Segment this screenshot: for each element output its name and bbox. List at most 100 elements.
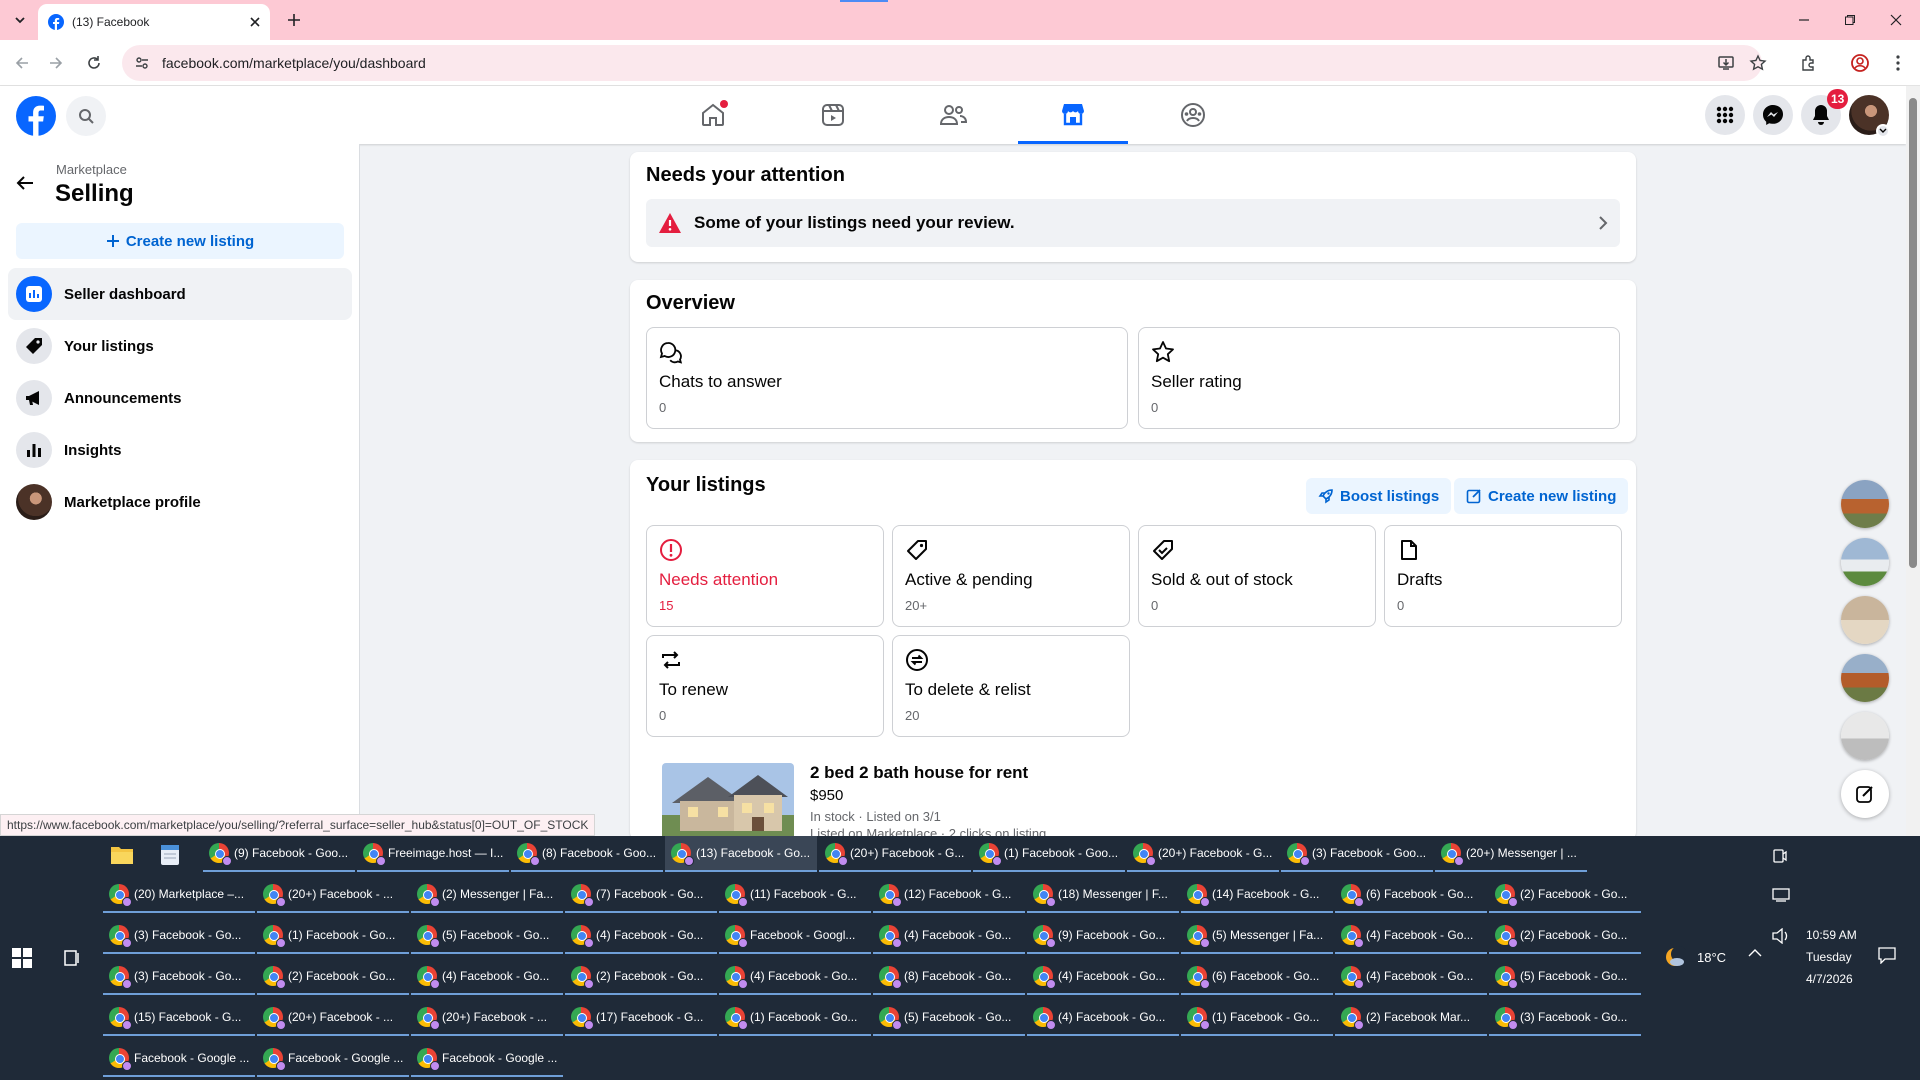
- bookmark-star-icon[interactable]: [1746, 51, 1770, 75]
- seller-rating-tile[interactable]: Seller rating 0: [1138, 327, 1620, 429]
- taskbar-window-button[interactable]: (20) Marketplace –...: [103, 877, 255, 913]
- menu-grid-button[interactable]: [1705, 95, 1745, 135]
- windows-start-icon[interactable]: [12, 948, 36, 972]
- menu-kebab-icon[interactable]: [1886, 51, 1910, 75]
- taskbar-window-button[interactable]: (6) Facebook - Go...: [1335, 877, 1487, 913]
- review-listings-row[interactable]: Some of your listings need your review.: [646, 199, 1620, 247]
- weather-temperature[interactable]: 18°C: [1697, 950, 1726, 965]
- create-new-listing-top-button[interactable]: Create new listing: [1454, 478, 1629, 514]
- taskbar-window-button[interactable]: (5) Messenger | Fa...: [1181, 918, 1333, 954]
- scrollbar-thumb[interactable]: [1909, 98, 1917, 568]
- taskbar-window-button[interactable]: (11) Facebook - G...: [719, 877, 871, 913]
- nav-tab-groups[interactable]: [1138, 86, 1248, 144]
- new-message-button[interactable]: [1841, 770, 1889, 818]
- taskbar-window-button[interactable]: (1) Facebook - Goo...: [973, 836, 1125, 872]
- close-window-button[interactable]: [1878, 8, 1914, 32]
- contact-thumbnail[interactable]: [1841, 480, 1889, 528]
- create-new-listing-button[interactable]: Create new listing: [16, 223, 344, 259]
- tab-close-icon[interactable]: [250, 17, 260, 27]
- nav-tab-video[interactable]: [778, 86, 888, 144]
- clock-time[interactable]: 10:59 AM: [1806, 928, 1857, 942]
- taskbar-window-button[interactable]: (20+) Facebook - G...: [1127, 836, 1279, 872]
- taskbar-window-button[interactable]: (15) Facebook - G...: [103, 1000, 255, 1036]
- taskbar-window-button[interactable]: (1) Facebook - Go...: [1181, 1000, 1333, 1036]
- reload-icon[interactable]: [82, 51, 106, 75]
- taskbar-window-button[interactable]: (2) Facebook - Go...: [1489, 877, 1641, 913]
- taskbar-window-button[interactable]: (8) Facebook - Go...: [873, 959, 1025, 995]
- file-explorer-icon[interactable]: [110, 844, 134, 868]
- taskbar-window-button[interactable]: Facebook - Google ...: [103, 1041, 255, 1077]
- taskbar-window-button[interactable]: (14) Facebook - G...: [1181, 877, 1333, 913]
- breadcrumb[interactable]: Marketplace: [56, 162, 127, 177]
- browser-tab-active[interactable]: (13) Facebook: [38, 4, 270, 40]
- forward-icon[interactable]: [44, 51, 68, 75]
- contact-thumbnail[interactable]: [1841, 596, 1889, 644]
- search-button[interactable]: [66, 96, 106, 136]
- chats-to-answer-tile[interactable]: Chats to answer 0: [646, 327, 1128, 429]
- meet-now-icon[interactable]: [1772, 848, 1792, 868]
- sidebar-item-insights[interactable]: Insights: [8, 424, 352, 476]
- taskbar-window-button[interactable]: (9) Facebook - Go...: [1027, 918, 1179, 954]
- taskbar-window-button[interactable]: (4) Facebook - Go...: [1335, 959, 1487, 995]
- show-hidden-icons-icon[interactable]: [1748, 948, 1766, 966]
- taskbar-window-button[interactable]: (2) Facebook - Go...: [1489, 918, 1641, 954]
- boost-listings-button[interactable]: Boost listings: [1306, 478, 1452, 514]
- listing-title[interactable]: 2 bed 2 bath house for rent: [810, 763, 1028, 783]
- taskbar-window-button[interactable]: (20+) Facebook - ...: [257, 877, 409, 913]
- taskbar-window-button[interactable]: (7) Facebook - Go...: [565, 877, 717, 913]
- page-scrollbar[interactable]: [1906, 86, 1920, 836]
- url-text[interactable]: facebook.com/marketplace/you/dashboard: [162, 55, 426, 71]
- site-info-icon[interactable]: [134, 55, 150, 71]
- sidebar-item-seller-dashboard[interactable]: Seller dashboard: [8, 268, 352, 320]
- taskbar-window-button[interactable]: (8) Facebook - Goo...: [511, 836, 663, 872]
- taskbar-window-button[interactable]: Freeimage.host — I...: [357, 836, 509, 872]
- taskbar-window-button[interactable]: (4) Facebook - Go...: [565, 918, 717, 954]
- taskbar-window-button[interactable]: (2) Facebook - Go...: [565, 959, 717, 995]
- minimize-button[interactable]: [1786, 8, 1822, 32]
- taskbar-window-button[interactable]: (1) Facebook - Go...: [257, 918, 409, 954]
- taskbar-window-button[interactable]: (2) Facebook - Go...: [257, 959, 409, 995]
- notepad-icon[interactable]: [160, 844, 184, 868]
- taskbar-window-button[interactable]: (20+) Facebook - ...: [257, 1000, 409, 1036]
- notification-center-icon[interactable]: [1878, 946, 1900, 968]
- contact-thumbnail[interactable]: [1841, 654, 1889, 702]
- nav-tab-marketplace[interactable]: [1018, 86, 1128, 144]
- taskbar-window-button[interactable]: (5) Facebook - Go...: [1489, 959, 1641, 995]
- extensions-icon[interactable]: [1796, 51, 1820, 75]
- taskbar-window-button[interactable]: (3) Facebook - Go...: [103, 959, 255, 995]
- restore-button[interactable]: [1832, 8, 1868, 32]
- taskbar-window-button[interactable]: (4) Facebook - Go...: [1335, 918, 1487, 954]
- taskbar-window-button[interactable]: (3) Facebook - Go...: [1489, 1000, 1641, 1036]
- tab-search-chevron-icon[interactable]: [8, 8, 32, 32]
- drafts-tile[interactable]: Drafts 0: [1384, 525, 1622, 627]
- taskbar-window-button[interactable]: (5) Facebook - Go...: [411, 918, 563, 954]
- task-view-icon[interactable]: [62, 948, 86, 972]
- contact-thumbnail[interactable]: [1841, 712, 1889, 760]
- listing-item[interactable]: 2 bed 2 bath house for rent $950 In stoc…: [646, 758, 1620, 841]
- taskbar-window-button[interactable]: (13) Facebook - Go...: [665, 836, 817, 872]
- to-delete-relist-tile[interactable]: To delete & relist 20: [892, 635, 1130, 737]
- messenger-button[interactable]: [1753, 95, 1793, 135]
- taskbar-window-button[interactable]: (2) Facebook Mar...: [1335, 1000, 1487, 1036]
- taskbar-window-button[interactable]: Facebook - Googl...: [719, 918, 871, 954]
- taskbar-window-button[interactable]: (12) Facebook - G...: [873, 877, 1025, 913]
- clock-day[interactable]: Tuesday: [1806, 950, 1852, 964]
- sidebar-item-announcements[interactable]: Announcements: [8, 372, 352, 424]
- to-renew-tile[interactable]: To renew 0: [646, 635, 884, 737]
- taskbar-window-button[interactable]: (5) Facebook - Go...: [873, 1000, 1025, 1036]
- volume-icon[interactable]: [1772, 928, 1792, 948]
- taskbar-window-button[interactable]: (1) Facebook - Go...: [719, 1000, 871, 1036]
- taskbar-window-button[interactable]: (18) Messenger | F...: [1027, 877, 1179, 913]
- taskbar-window-button[interactable]: (4) Facebook - Go...: [411, 959, 563, 995]
- back-icon[interactable]: [10, 51, 34, 75]
- taskbar-window-button[interactable]: (4) Facebook - Go...: [719, 959, 871, 995]
- clock-date[interactable]: 4/7/2026: [1806, 972, 1853, 986]
- taskbar-window-button[interactable]: (20+) Facebook - G...: [819, 836, 971, 872]
- needs-attention-tile[interactable]: Needs attention 15: [646, 525, 884, 627]
- taskbar-window-button[interactable]: (4) Facebook - Go...: [1027, 1000, 1179, 1036]
- nav-tab-friends[interactable]: [898, 86, 1008, 144]
- device-icon[interactable]: [1772, 888, 1792, 908]
- taskbar-window-button[interactable]: (20+) Messenger | ...: [1435, 836, 1587, 872]
- taskbar-window-button[interactable]: Facebook - Google ...: [257, 1041, 409, 1077]
- taskbar-window-button[interactable]: (2) Messenger | Fa...: [411, 877, 563, 913]
